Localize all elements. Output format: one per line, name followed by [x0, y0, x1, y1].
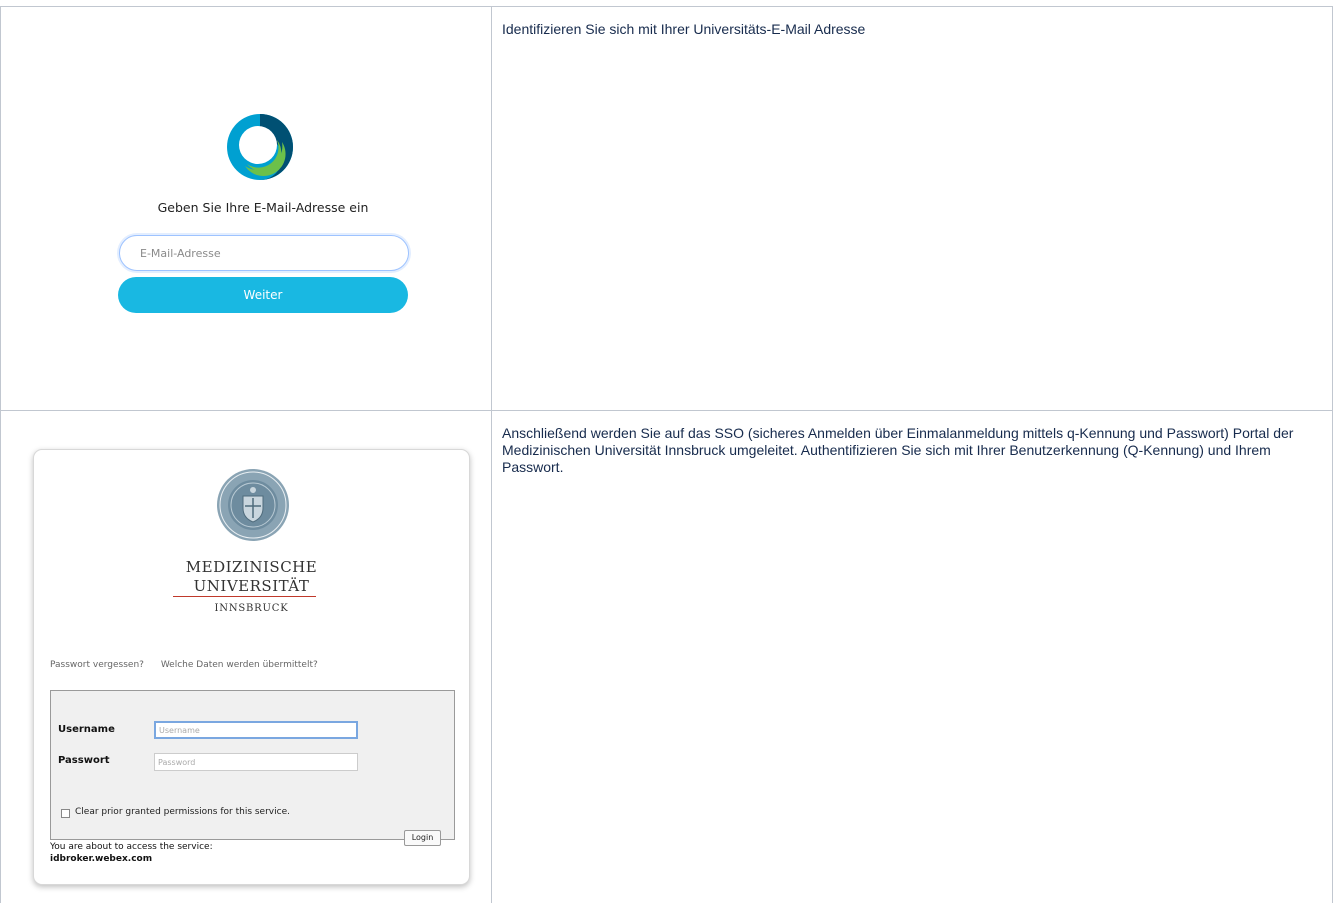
email-input[interactable]: [119, 235, 409, 271]
clear-permissions-checkbox[interactable]: [61, 809, 70, 818]
password-label: Passwort: [58, 755, 110, 766]
webex-logo-icon: [227, 114, 293, 180]
login-button[interactable]: Login: [404, 830, 441, 846]
next-button[interactable]: Weiter: [118, 277, 408, 313]
university-name-line1: MEDIZINISCHE: [185, 558, 318, 576]
step1-description-cell: Identifizieren Sie sich mit Ihrer Univer…: [491, 6, 1333, 411]
webex-login-panel: Geben Sie Ihre E-Mail-Adresse ein Weiter: [1, 7, 491, 410]
forgot-password-link[interactable]: Passwort vergessen?: [50, 660, 144, 670]
clear-permissions-label: Clear prior granted permissions for this…: [75, 807, 290, 817]
service-host: idbroker.webex.com: [50, 854, 153, 864]
transmitted-data-link[interactable]: Welche Daten werden übermittelt?: [161, 660, 318, 670]
webex-screenshot-cell: Geben Sie Ihre E-Mail-Adresse ein Weiter: [0, 6, 492, 411]
sso-links: Passwort vergessen? Welche Daten werden …: [50, 660, 332, 670]
password-input[interactable]: [154, 753, 358, 771]
email-prompt-title: Geben Sie Ihre E-Mail-Adresse ein: [157, 200, 369, 215]
username-input[interactable]: [154, 721, 358, 739]
instruction-table: Geben Sie Ihre E-Mail-Adresse ein Weiter…: [0, 0, 1333, 903]
step1-description: Identifizieren Sie sich mit Ihrer Univer…: [502, 21, 866, 37]
university-seal-icon: [217, 469, 289, 541]
university-name-line2: UNIVERSITÄT: [193, 577, 310, 595]
service-notice: You are about to access the service:: [50, 842, 213, 852]
university-name-line3: INNSBRUCK: [214, 603, 289, 614]
step2-description-cell: Anschließend werden Sie auf das SSO (sic…: [491, 410, 1333, 903]
login-form: Username Passwort Clear prior granted pe…: [50, 690, 455, 840]
username-label: Username: [58, 724, 115, 735]
sso-screenshot-cell: MEDIZINISCHE UNIVERSITÄT INNSBRUCK Passw…: [0, 410, 492, 903]
university-divider: [173, 596, 316, 597]
sso-login-card: MEDIZINISCHE UNIVERSITÄT INNSBRUCK Passw…: [33, 449, 470, 885]
step2-description: Anschließend werden Sie auf das SSO (sic…: [502, 425, 1294, 475]
